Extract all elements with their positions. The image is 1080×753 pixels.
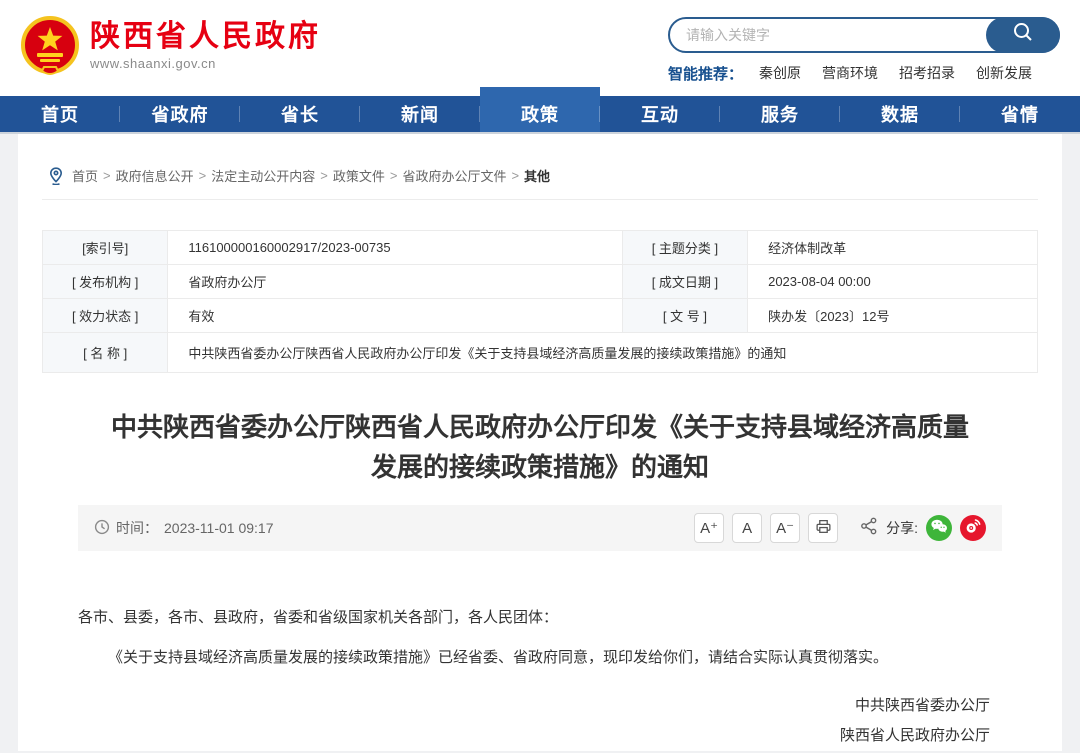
nav-item-province-info[interactable]: 省情 (960, 96, 1080, 132)
meta-label-doc-no: [ 文 号 ] (622, 299, 747, 333)
article-paragraph-salutation: 各市、县委，各市、县政府，省委和省级国家机关各部门，各人民团体： (78, 603, 1002, 633)
article-paragraph-main: 《关于支持县域经济高质量发展的接续政策措施》已经省委、省政府同意，现印发给你们，… (78, 643, 1002, 673)
table-row: [索引号] 116100000160002917/2023-00735 [ 主题… (43, 231, 1038, 265)
meta-label-issuer: [ 发布机构 ] (43, 265, 168, 299)
nav-item-services[interactable]: 服务 (720, 96, 840, 132)
logo-text: 陕西省人民政府 www.shaanxi.gov.cn (90, 15, 321, 71)
site-url: www.shaanxi.gov.cn (90, 56, 321, 71)
search-button[interactable] (986, 17, 1060, 53)
printer-icon (815, 518, 832, 539)
smart-recommend-label: 智能推荐： (668, 63, 743, 84)
clock-icon (94, 519, 110, 538)
table-row: [ 发布机构 ] 省政府办公厅 [ 成文日期 ] 2023-08-04 00:0… (43, 265, 1038, 299)
meta-label-date: [ 成文日期 ] (622, 265, 747, 299)
smart-link-qinchuangyuan[interactable]: 秦创原 (759, 63, 801, 83)
publish-time-label: 时间： (116, 518, 158, 538)
article-body: 各市、县委，各市、县政府，省委和省级国家机关各部门，各人民团体： 《关于支持县域… (78, 603, 1002, 751)
breadcrumb-policy-documents[interactable]: 政策文件 (333, 166, 385, 185)
nav-item-provincial-gov[interactable]: 省政府 (120, 96, 240, 132)
content-card: 首页 > 政府信息公开 > 法定主动公开内容 > 政策文件 > 省政府办公厅文件… (18, 132, 1062, 751)
breadcrumb: 首页 > 政府信息公开 > 法定主动公开内容 > 政策文件 > 省政府办公厅文件… (42, 132, 1038, 200)
location-pin-icon (48, 167, 64, 185)
meta-label-topic: [ 主题分类 ] (622, 231, 747, 265)
site-logo[interactable]: 陕西省人民政府 www.shaanxi.gov.cn (20, 15, 321, 82)
breadcrumb-statutory-content[interactable]: 法定主动公开内容 (211, 166, 315, 185)
font-increase-button[interactable]: A⁺ (694, 513, 724, 543)
meta-value-date: 2023-08-04 00:00 (748, 265, 1038, 299)
meta-value-topic: 经济体制改革 (748, 231, 1038, 265)
nav-item-governor[interactable]: 省长 (240, 96, 360, 132)
site-name: 陕西省人民政府 (90, 19, 321, 55)
breadcrumb-separator: > (390, 168, 398, 183)
breadcrumb-info-disclosure[interactable]: 政府信息公开 (116, 166, 194, 185)
nav-item-home[interactable]: 首页 (0, 96, 120, 132)
search-icon (1012, 21, 1034, 48)
meta-value-issuer: 省政府办公厅 (168, 265, 622, 299)
page-title: 中共陕西省委办公厅陕西省人民政府办公厅印发《关于支持县域经济高质量发展的接续政策… (100, 407, 980, 487)
search-area: 智能推荐： 秦创原 营商环境 招考招录 创新发展 (668, 13, 1060, 84)
meta-label-title: [ 名 称 ] (43, 333, 168, 373)
publish-time-value: 2023-11-01 09:17 (164, 520, 274, 536)
print-button[interactable] (808, 513, 838, 543)
wechat-icon (930, 518, 948, 539)
main-nav: 首页 省政府 省长 新闻 政策 互动 服务 数据 省情 (0, 96, 1080, 132)
article-tools: A⁺ A A⁻ (686, 513, 986, 543)
search-box (668, 17, 1060, 53)
nav-item-news[interactable]: 新闻 (360, 96, 480, 132)
nav-item-interaction[interactable]: 互动 (600, 96, 720, 132)
meta-value-validity: 有效 (168, 299, 622, 333)
article-meta-bar: 时间： 2023-11-01 09:17 A⁺ A A⁻ (78, 505, 1002, 551)
wechat-share-button[interactable] (926, 515, 952, 541)
meta-value-title: 中共陕西省委办公厅陕西省人民政府办公厅印发《关于支持县域经济高质量发展的接续政策… (168, 333, 1038, 373)
site-header: 陕西省人民政府 www.shaanxi.gov.cn 智能推荐： 秦创原 营商环 (0, 0, 1080, 96)
share-label: 分享: (886, 518, 918, 538)
table-row: [ 名 称 ] 中共陕西省委办公厅陕西省人民政府办公厅印发《关于支持县域经济高质… (43, 333, 1038, 373)
weibo-share-button[interactable] (960, 515, 986, 541)
weibo-icon (964, 517, 982, 540)
table-row: [ 效力状态 ] 有效 [ 文 号 ] 陕办发〔2023〕12号 (43, 299, 1038, 333)
signature-party-office: 中共陕西省委办公厅 (78, 691, 990, 721)
meta-value-doc-no: 陕办发〔2023〕12号 (748, 299, 1038, 333)
meta-value-index-no: 116100000160002917/2023-00735 (168, 231, 622, 265)
smart-recommend: 智能推荐： 秦创原 营商环境 招考招录 创新发展 (668, 63, 1060, 84)
signature-gov-office: 陕西省人民政府办公厅 (78, 721, 990, 751)
document-meta-table: [索引号] 116100000160002917/2023-00735 [ 主题… (42, 230, 1038, 373)
share-icon (860, 517, 878, 540)
page: 陕西省人民政府 www.shaanxi.gov.cn 智能推荐： 秦创原 营商环 (0, 0, 1080, 753)
font-decrease-button[interactable]: A⁻ (770, 513, 800, 543)
share-group: 分享: (860, 515, 986, 541)
breadcrumb-separator: > (199, 168, 207, 183)
smart-link-recruitment[interactable]: 招考招录 (899, 63, 955, 83)
publish-time: 时间： 2023-11-01 09:17 (94, 518, 274, 538)
meta-label-validity: [ 效力状态 ] (43, 299, 168, 333)
breadcrumb-office-documents[interactable]: 省政府办公厅文件 (402, 166, 506, 185)
breadcrumb-other: 其他 (524, 166, 550, 185)
meta-label-index-no: [索引号] (43, 231, 168, 265)
smart-link-innovation[interactable]: 创新发展 (976, 63, 1032, 83)
nav-item-data[interactable]: 数据 (840, 96, 960, 132)
search-input[interactable] (686, 20, 976, 50)
breadcrumb-home[interactable]: 首页 (72, 166, 98, 185)
breadcrumb-separator: > (511, 168, 519, 183)
breadcrumb-separator: > (103, 168, 111, 183)
national-emblem-icon (20, 15, 80, 82)
breadcrumb-separator: > (320, 168, 328, 183)
smart-link-business-env[interactable]: 营商环境 (822, 63, 878, 83)
font-normal-button[interactable]: A (732, 513, 762, 543)
signatures: 中共陕西省委办公厅 陕西省人民政府办公厅 (78, 691, 1002, 751)
nav-item-policy[interactable]: 政策 (480, 87, 600, 132)
